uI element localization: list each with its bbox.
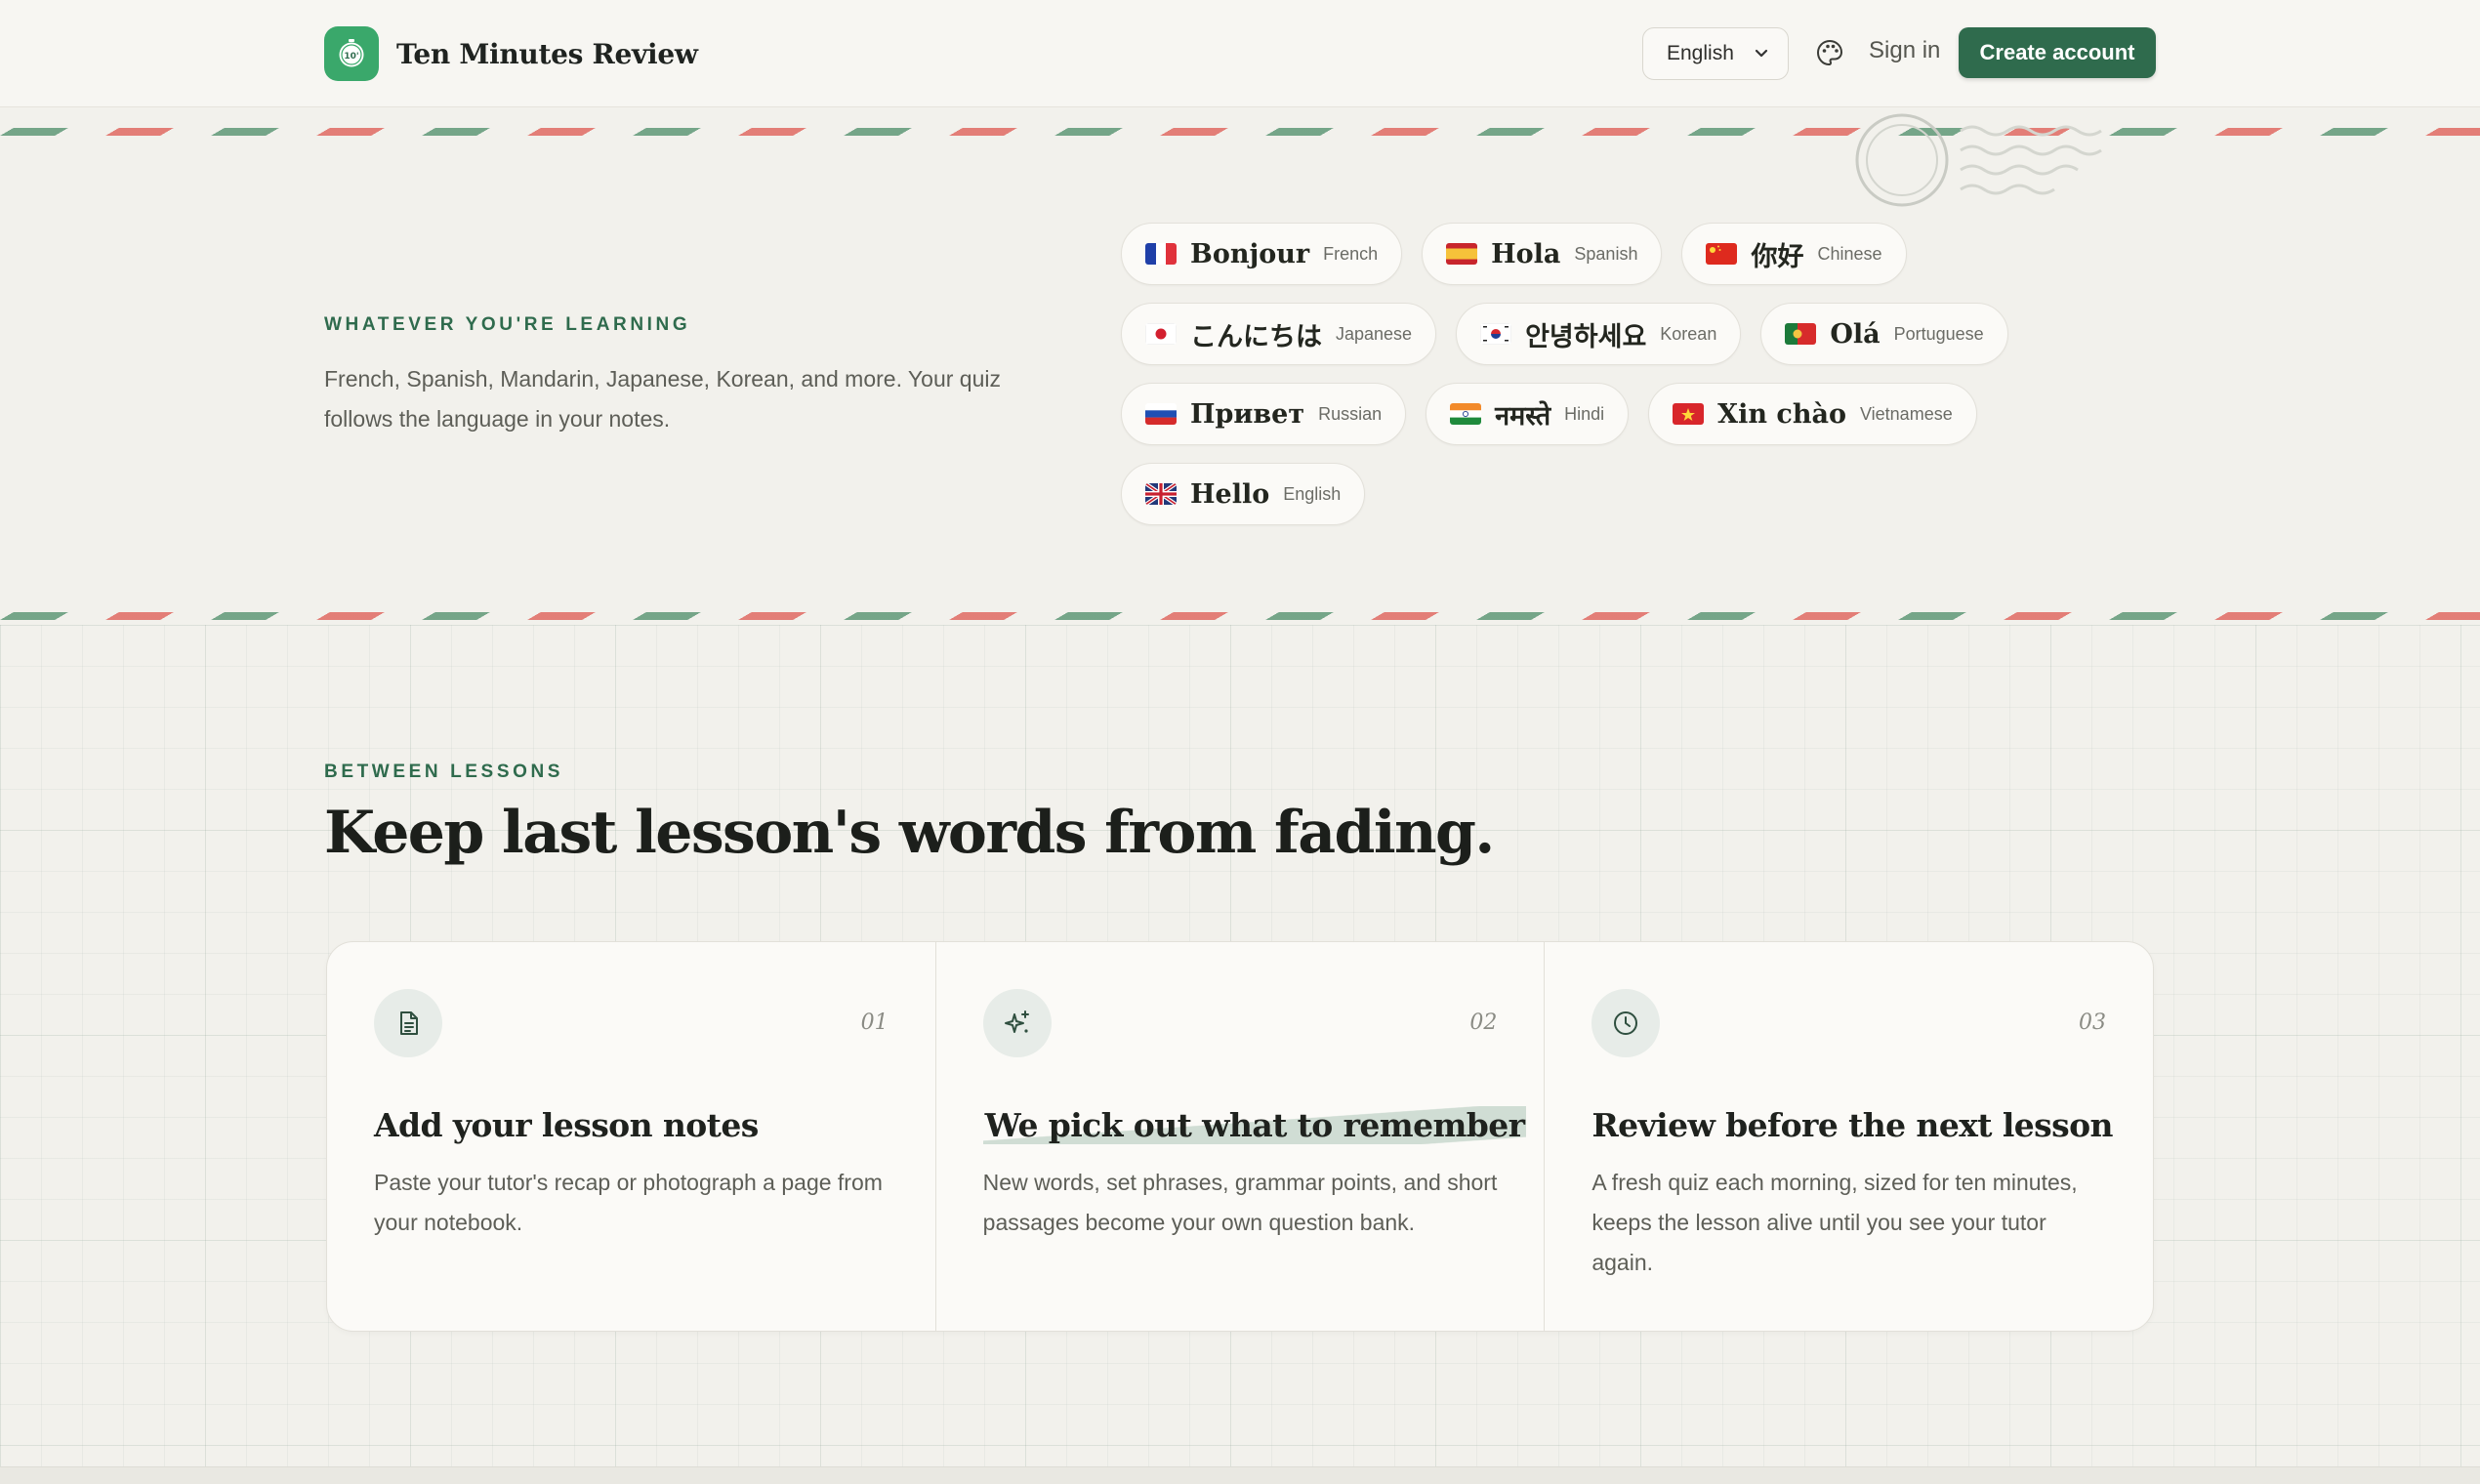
language-chip-vietnamese: Xin chào Vietnamese (1648, 383, 1977, 445)
palette-icon[interactable] (1814, 37, 1845, 68)
step-description: A fresh quiz each morning, sized for ten… (1591, 1170, 2078, 1275)
languages-section: WHATEVER YOU'RE LEARNING French, Spanish… (0, 139, 2480, 607)
logo-icon: 10' (324, 26, 379, 81)
language-name: Spanish (1574, 243, 1638, 264)
greeting-text: Hello (1190, 478, 1270, 510)
language-chip-french: Bonjour French (1121, 223, 1403, 285)
flag-spain-icon (1446, 243, 1478, 265)
create-account-button[interactable]: Create account (1959, 27, 2156, 78)
airmail-stripe-bottom (0, 612, 2480, 620)
language-name: Vietnamese (1859, 403, 1953, 424)
brand[interactable]: 10' Ten Minutes Review (324, 26, 698, 81)
document-icon (374, 989, 442, 1057)
language-name: Korean (1660, 323, 1717, 344)
language-name: Hindi (1564, 403, 1605, 424)
footer-band (0, 1466, 2480, 1484)
greeting-text: Привет (1190, 398, 1305, 430)
language-select-value: English (1667, 42, 1734, 64)
step-card: 03 Review before the next lesson A fresh… (1545, 942, 2153, 1331)
step-card: 01 Add your lesson notes Paste your tuto… (327, 942, 936, 1331)
greeting-text: 안녕하세요 (1525, 321, 1647, 352)
language-name: Portuguese (1893, 323, 1984, 344)
top-nav: 10' Ten Minutes Review English Sign in C… (0, 0, 2480, 107)
step-description: Paste your tutor's recap or photograph a… (374, 1170, 883, 1235)
chevron-down-icon (1755, 49, 1768, 58)
brand-name: Ten Minutes Review (396, 37, 698, 70)
languages-eyebrow: WHATEVER YOU'RE LEARNING (324, 314, 691, 335)
step-number: 03 (2079, 1010, 2107, 1035)
flag-china-icon (1706, 243, 1738, 265)
language-chip-korean: 안녕하세요 Korean (1456, 303, 1742, 365)
language-chip-english: Hello English (1121, 463, 1366, 525)
lessons-eyebrow: BETWEEN LESSONS (324, 762, 564, 782)
language-chip-chinese: 你好 Chinese (1681, 223, 1907, 285)
flag-portugal-icon (1785, 323, 1817, 345)
flag-russia-icon (1145, 403, 1177, 425)
greeting-text: नमस्ते (1495, 400, 1551, 432)
language-chip-spanish: Hola Spanish (1422, 223, 1663, 285)
greeting-text: こんにちは (1190, 321, 1322, 352)
flag-korea-icon (1480, 323, 1512, 345)
greeting-text: Hola (1491, 238, 1561, 269)
language-chip-russian: Привет Russian (1121, 383, 1407, 445)
greeting-text: Bonjour (1190, 238, 1310, 269)
flag-japan-icon (1145, 323, 1177, 345)
step-number: 01 (860, 1010, 889, 1035)
step-number: 02 (1469, 1010, 1498, 1035)
language-chips: Bonjour French Hola Spanish 你好 Chinese こ… (1121, 223, 2058, 543)
flag-france-icon (1145, 243, 1177, 265)
language-select[interactable]: English (1642, 27, 1789, 80)
greeting-text: 你好 (1751, 241, 1804, 272)
greeting-text: Xin chào (1717, 398, 1846, 430)
step-title: Add your lesson notes (374, 1106, 759, 1144)
languages-description: French, Spanish, Mandarin, Japanese, Kor… (324, 366, 1001, 432)
step-card: 02 We pick out what to remember New word… (936, 942, 1546, 1331)
flag-uk-icon (1145, 483, 1177, 505)
steps-cards: 01 Add your lesson notes Paste your tuto… (326, 941, 2154, 1332)
language-name: Japanese (1336, 323, 1413, 344)
flag-vietnam-icon (1673, 403, 1705, 425)
logo-text: 10' (344, 52, 358, 62)
flag-india-icon (1450, 403, 1482, 425)
language-chip-hindi: नमस्ते Hindi (1426, 383, 1630, 445)
language-name: English (1283, 483, 1342, 504)
language-chip-japanese: こんにちは Japanese (1121, 303, 1437, 365)
language-name: Russian (1318, 403, 1383, 424)
step-title-highlighted: We pick out what to remember (982, 1106, 1527, 1144)
step-title: Review before the next lesson (1591, 1106, 2113, 1144)
greeting-text: Olá (1830, 318, 1881, 350)
clock-icon (1591, 989, 1661, 1057)
language-name: French (1323, 243, 1379, 264)
language-chip-portuguese: Olá Portuguese (1760, 303, 2008, 365)
sign-in-link[interactable]: Sign in (1869, 37, 1940, 64)
lessons-title: Keep last lesson's words from fading. (324, 799, 1495, 867)
language-name: Chinese (1817, 243, 1882, 264)
step-description: New words, set phrases, grammar points, … (982, 1170, 1498, 1235)
sparkles-icon (982, 989, 1052, 1057)
